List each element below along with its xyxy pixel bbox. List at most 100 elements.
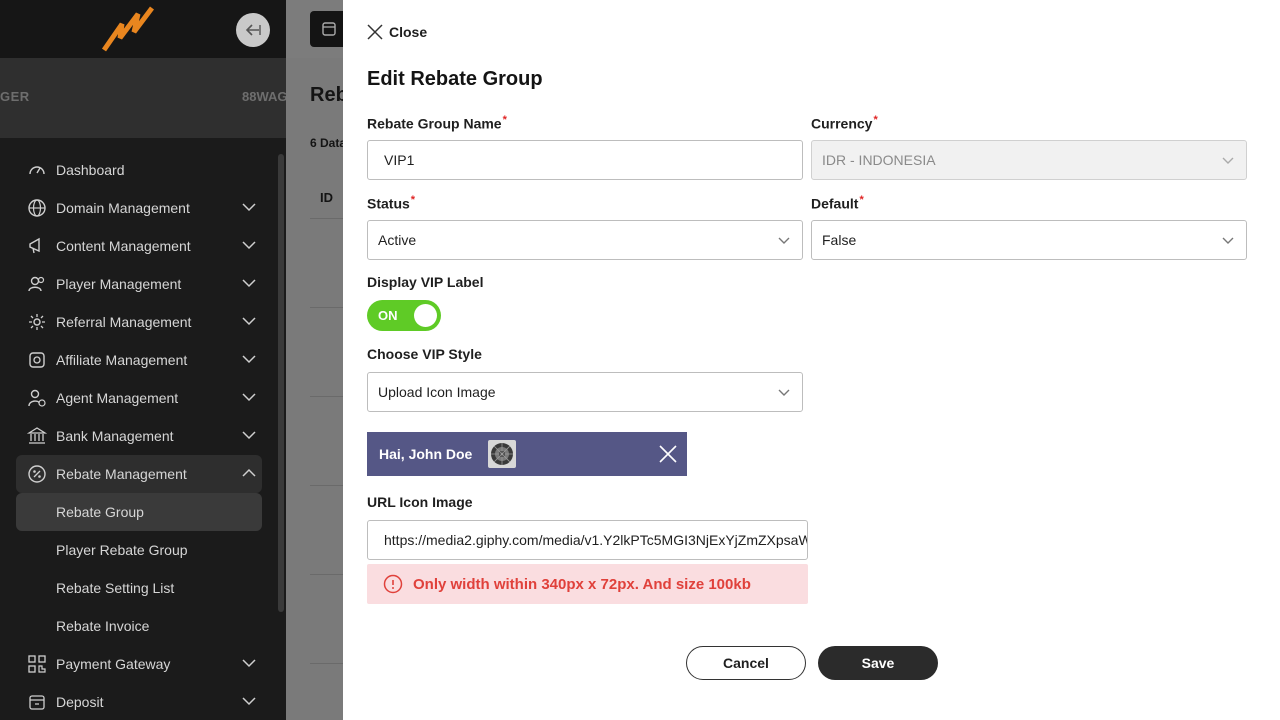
- display-vip-toggle[interactable]: ON: [367, 300, 441, 331]
- sidebar: GER 88WAG Dashboard Domain Management Co…: [0, 0, 286, 720]
- status-select[interactable]: Active: [367, 220, 803, 260]
- chevron-down-icon: [778, 389, 790, 396]
- input-value: VIP1: [384, 152, 415, 168]
- chevron-down-icon: [1222, 237, 1234, 244]
- bank-icon: [26, 425, 48, 447]
- vip-style-label: Choose VIP Style: [367, 346, 482, 362]
- user-band: GER 88WAG: [0, 58, 286, 138]
- chevron-down-icon: [242, 355, 256, 364]
- save-button[interactable]: Save: [818, 646, 938, 680]
- close-label: Close: [389, 24, 428, 40]
- deposit-icon: [26, 691, 48, 713]
- url-icon-image-input[interactable]: https://media2.giphy.com/media/v1.Y2lkPT…: [367, 520, 808, 560]
- chevron-down-icon: [242, 393, 256, 402]
- remove-icon-button[interactable]: [659, 445, 677, 463]
- globe-icon: [26, 197, 48, 219]
- rebate-group-name-label: Rebate Group Name*: [367, 114, 507, 132]
- sidebar-item-referral-management[interactable]: Referral Management: [16, 303, 262, 341]
- sidebar-item-label: Content Management: [56, 238, 191, 254]
- chevron-down-icon: [242, 203, 256, 212]
- sidebar-header: [0, 0, 286, 58]
- collapse-arrow-icon: [245, 24, 261, 36]
- input-value: https://media2.giphy.com/media/v1.Y2lkPT…: [384, 532, 808, 548]
- default-select[interactable]: False: [811, 220, 1247, 260]
- sidebar-item-agent-management[interactable]: Agent Management: [16, 379, 262, 417]
- url-icon-image-label: URL Icon Image: [367, 494, 473, 510]
- chevron-down-icon: [242, 697, 256, 706]
- required-asterisk: *: [502, 114, 507, 126]
- sidebar-subitem-rebate-group[interactable]: Rebate Group: [16, 493, 262, 531]
- vip-label-preview: Hai, John Doe: [367, 432, 687, 476]
- sidebar-item-dashboard[interactable]: Dashboard: [16, 151, 262, 189]
- select-value: IDR - INDONESIA: [822, 152, 936, 168]
- size-warning-alert: Only width within 340px x 72px. And size…: [367, 564, 808, 604]
- table-header-id: ID: [320, 190, 333, 205]
- sidebar-item-label: Referral Management: [56, 314, 192, 330]
- rebate-group-name-input[interactable]: VIP1: [367, 140, 803, 180]
- dashboard-icon: [26, 159, 48, 181]
- chevron-down-icon: [242, 431, 256, 440]
- select-value: False: [822, 232, 857, 248]
- display-vip-label: Display VIP Label: [367, 274, 484, 290]
- affiliate-icon: [26, 349, 48, 371]
- users-icon: [26, 273, 48, 295]
- sidebar-item-label: Rebate Management: [56, 466, 187, 482]
- select-value: Active: [378, 232, 417, 248]
- sidebar-item-label: Agent Management: [56, 390, 179, 406]
- close-icon: [367, 24, 383, 40]
- megaphone-icon: [26, 235, 48, 257]
- vip-style-select[interactable]: Upload Icon Image: [367, 372, 803, 412]
- sidebar-item-rebate-management[interactable]: Rebate Management: [16, 455, 262, 493]
- sidebar-item-bank-management[interactable]: Bank Management: [16, 417, 262, 455]
- agent-icon: [26, 387, 48, 409]
- info-icon: [383, 574, 403, 594]
- sidebar-item-label: Player Management: [56, 276, 182, 292]
- select-value: Upload Icon Image: [378, 384, 496, 400]
- sidebar-subitem-label: Rebate Setting List: [56, 580, 175, 596]
- edit-rebate-group-drawer: Close Edit Rebate Group Rebate Group Nam…: [343, 0, 1280, 720]
- qr-icon: [26, 653, 48, 675]
- chevron-down-icon: [1222, 157, 1234, 164]
- sidebar-item-label: Domain Management: [56, 200, 190, 216]
- required-asterisk: *: [410, 194, 416, 206]
- sidebar-item-label: Bank Management: [56, 428, 174, 444]
- sidebar-subitem-rebate-setting-list[interactable]: Rebate Setting List: [16, 569, 262, 607]
- toggle-knob: [414, 304, 437, 327]
- sidebar-item-payment-gateway[interactable]: Payment Gateway: [16, 645, 262, 683]
- sidebar-subitem-rebate-invoice[interactable]: Rebate Invoice: [16, 607, 262, 645]
- sidebar-subitem-player-rebate-group[interactable]: Player Rebate Group: [16, 531, 262, 569]
- sidebar-item-content-management[interactable]: Content Management: [16, 227, 262, 265]
- warning-text: Only width within 340px x 72px. And size…: [413, 575, 751, 593]
- close-button[interactable]: Close: [367, 24, 427, 40]
- brand-logo-icon: [101, 6, 154, 52]
- drawer-title: Edit Rebate Group: [367, 68, 543, 90]
- chevron-up-icon: [242, 468, 256, 477]
- sidebar-item-affiliate-management[interactable]: Affiliate Management: [16, 341, 262, 379]
- rebate-icon: [26, 463, 48, 485]
- sidebar-subitem-label: Rebate Group: [56, 504, 144, 520]
- referral-icon: [26, 311, 48, 333]
- sidebar-item-player-management[interactable]: Player Management: [16, 265, 262, 303]
- sidebar-item-label: Deposit: [56, 694, 104, 710]
- status-label: Status*: [367, 194, 416, 212]
- sidebar-subitem-label: Rebate Invoice: [56, 618, 150, 634]
- sidebar-item-domain-management[interactable]: Domain Management: [16, 189, 262, 227]
- currency-select: IDR - INDONESIA: [811, 140, 1247, 180]
- chevron-down-icon: [242, 659, 256, 668]
- currency-label: Currency*: [811, 114, 878, 132]
- collapse-sidebar-button[interactable]: [236, 13, 270, 47]
- store-icon: [322, 22, 336, 36]
- default-label: Default*: [811, 194, 864, 212]
- sidebar-subitem-label: Player Rebate Group: [56, 542, 188, 558]
- sidebar-menu: Dashboard Domain Management Content Mana…: [16, 151, 262, 720]
- cancel-button[interactable]: Cancel: [686, 646, 806, 680]
- chevron-down-icon: [242, 241, 256, 250]
- sidebar-item-deposit[interactable]: Deposit: [16, 683, 262, 720]
- required-asterisk: *: [859, 194, 864, 206]
- sidebar-scrollbar[interactable]: [278, 154, 284, 612]
- required-asterisk: *: [873, 114, 878, 126]
- chevron-down-icon: [778, 237, 790, 244]
- vip-icon-image: [488, 440, 517, 468]
- chevron-down-icon: [242, 279, 256, 288]
- user-role-text: GER: [0, 89, 30, 104]
